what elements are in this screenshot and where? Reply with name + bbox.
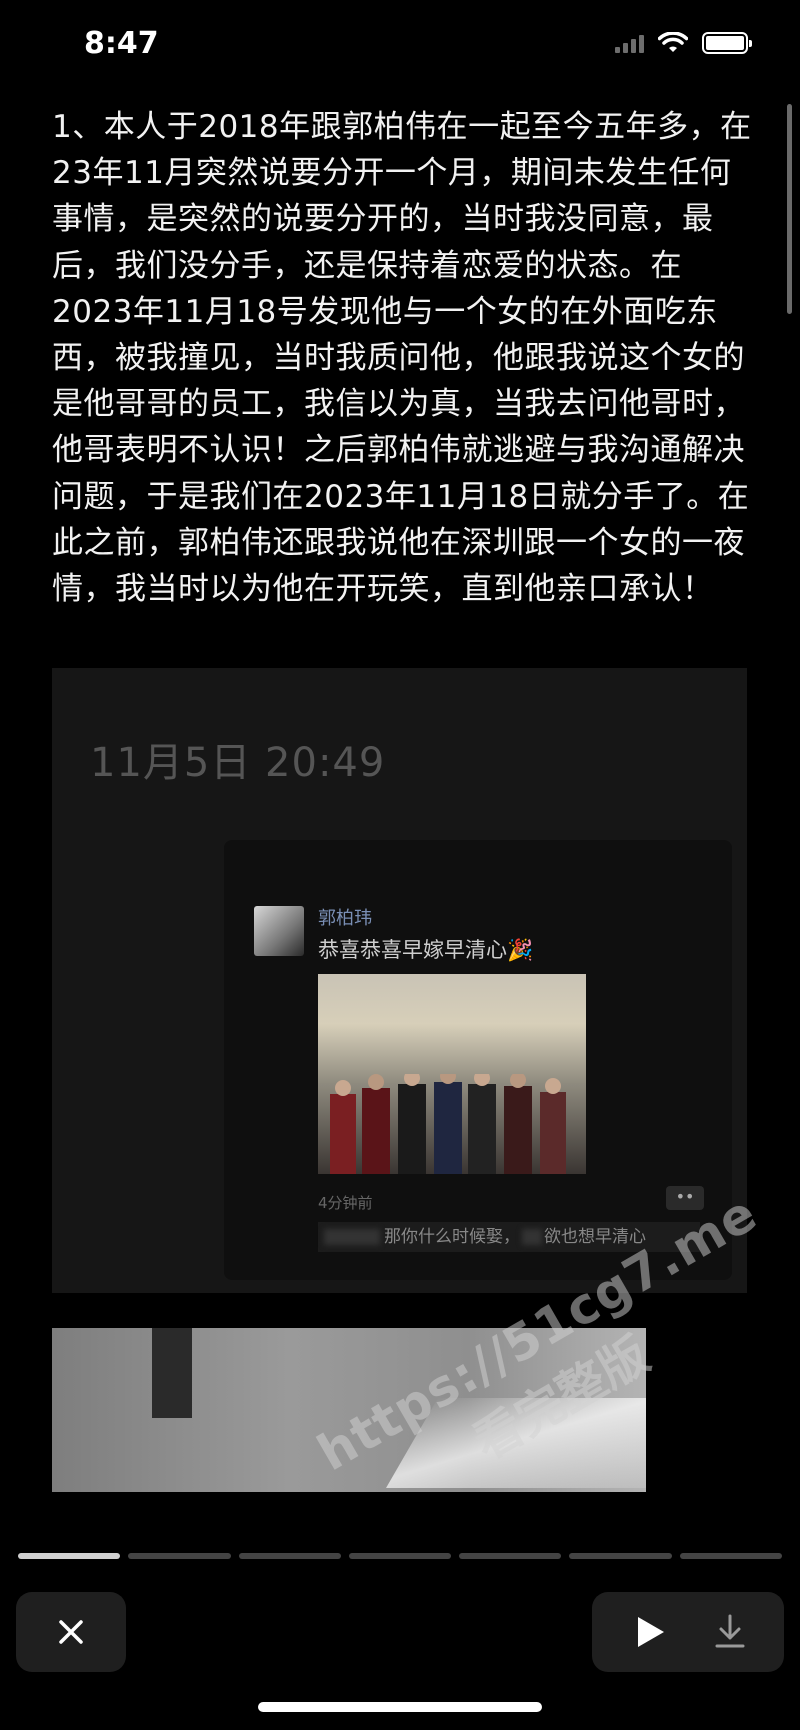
cellular-signal-icon — [615, 33, 644, 53]
progress-segment — [459, 1553, 562, 1559]
comment-text-a: 那你什么时候娶， — [384, 1227, 520, 1247]
moment-card: 郭柏玮 恭喜恭喜早嫁早清心🎉 4分钟前 •• 那你什么时候娶， 欲也想早清心 — [224, 840, 732, 1280]
close-button[interactable] — [16, 1592, 126, 1672]
progress-segment — [679, 1553, 782, 1559]
battery-icon — [702, 32, 752, 54]
photo-door — [152, 1328, 192, 1418]
status-time: 8:47 — [84, 26, 159, 61]
embedded-screenshot[interactable]: 11月5日 20:49 郭柏玮 恭喜恭喜早嫁早清心🎉 4分钟前 •• 那你什么时… — [52, 668, 747, 1293]
story-progress — [18, 1553, 782, 1559]
progress-segment — [569, 1553, 672, 1559]
comment-text-b: 欲也想早清心 — [544, 1227, 646, 1247]
media-controls — [592, 1592, 784, 1672]
screenshot-date: 11月5日 20:49 — [90, 740, 386, 786]
avatar — [254, 906, 304, 956]
status-bar: 8:47 — [0, 0, 800, 92]
moment-time: 4分钟前 — [318, 1194, 373, 1212]
photo-people-figures — [330, 1074, 566, 1174]
moment-caption: 恭喜恭喜早嫁早清心🎉 — [318, 938, 534, 962]
close-icon — [59, 1620, 83, 1644]
moment-photo — [318, 974, 586, 1174]
progress-segment — [18, 1553, 121, 1559]
wifi-icon — [658, 32, 688, 52]
moment-user-name: 郭柏玮 — [318, 908, 372, 929]
play-icon[interactable] — [632, 1614, 668, 1650]
progress-segment — [238, 1553, 341, 1559]
home-indicator[interactable] — [258, 1702, 542, 1712]
download-icon[interactable] — [712, 1612, 748, 1652]
progress-segment — [348, 1553, 452, 1559]
progress-segment — [128, 1553, 231, 1559]
scroll-indicator[interactable] — [787, 104, 792, 314]
article-text: 1、本人于2018年跟郭柏伟在一起至今五年多，在23年11月突然说要分开一个月，… — [52, 109, 752, 608]
status-icons — [615, 32, 752, 54]
